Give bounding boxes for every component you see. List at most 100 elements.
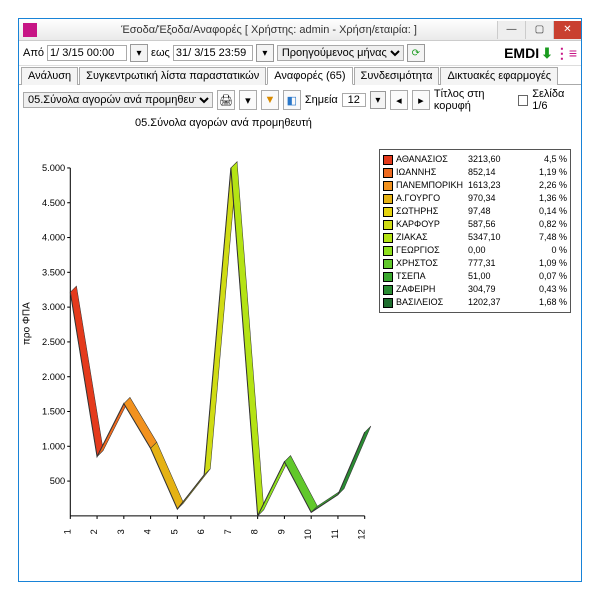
legend-swatch	[383, 298, 393, 308]
svg-text:11: 11	[330, 529, 340, 539]
legend-name: ΑΘΑΝΑΣΙΟΣ	[396, 153, 468, 166]
svg-text:5: 5	[169, 529, 179, 534]
svg-text:3.500: 3.500	[42, 267, 65, 277]
legend-pct: 4,5 %	[544, 153, 567, 166]
tab-4[interactable]: Δικτυακές εφαρμογές	[440, 67, 558, 85]
svg-text:6: 6	[196, 529, 206, 534]
y-axis-label: προ ΦΠΑ	[22, 302, 33, 345]
dropdown-button[interactable]: ▾	[239, 90, 257, 110]
legend-value: 587,56	[468, 218, 518, 231]
legend-pct: 1,36 %	[539, 192, 567, 205]
tab-0[interactable]: Ανάλυση	[21, 67, 78, 85]
legend-row: ΓΕΩΡΓΙΟΣ0,00 0 %	[383, 244, 567, 257]
svg-text:4.000: 4.000	[42, 233, 65, 243]
close-button[interactable]: ✕	[553, 21, 581, 39]
svg-text:2.000: 2.000	[42, 372, 65, 382]
points-label: Σημεία	[305, 94, 338, 106]
legend-pct: 1,19 %	[539, 166, 567, 179]
app-icon	[23, 23, 37, 37]
legend-name: ΠΑΝΕΜΠΟΡΙΚΗ	[396, 179, 468, 192]
titlebar[interactable]: Έσοδα/Έξοδα/Αναφορές [ Χρήστης: admin - …	[19, 19, 581, 41]
refresh-button[interactable]: ⟳	[407, 44, 425, 62]
legend-name: ΚΑΡΦΟΥΡ	[396, 218, 468, 231]
maximize-button[interactable]: ▢	[525, 21, 553, 39]
from-date-stepper[interactable]: ▾	[130, 44, 148, 62]
legend-swatch	[383, 181, 393, 191]
svg-text:4.500: 4.500	[42, 198, 65, 208]
legend-value: 1202,37	[468, 296, 518, 309]
legend-swatch	[383, 272, 393, 282]
legend-name: ΣΩΤΗΡΗΣ	[396, 205, 468, 218]
content-area: 05.Σύνολα αγορών ανά προμηθευτή προ ΦΠΑ …	[19, 115, 581, 581]
legend-value: 777,31	[468, 257, 518, 270]
legend-row: ΖΑΦΕΙΡΗ304,79 0,43 %	[383, 283, 567, 296]
chart-title: 05.Σύνολα αγορών ανά προμηθευτή	[135, 117, 312, 129]
period-select[interactable]: Προηγούμενος μήνας	[277, 45, 404, 61]
report-select[interactable]: 05.Σύνολα αγορών ανά προμηθευτή	[23, 92, 213, 108]
legend-row: ΠΑΝΕΜΠΟΡΙΚΗ1613,23 2,26 %	[383, 179, 567, 192]
legend-pct: 1,68 %	[539, 296, 567, 309]
legend-pct: 0,43 %	[539, 283, 567, 296]
legend-value: 97,48	[468, 205, 518, 218]
prev-page-button[interactable]: ◂	[390, 90, 408, 110]
legend-name: ΙΩΑΝΝΗΣ	[396, 166, 468, 179]
legend-value: 1613,23	[468, 179, 518, 192]
title-top-label: Τίτλος στη κορυφή	[434, 88, 514, 112]
svg-text:7: 7	[223, 529, 233, 534]
legend-value: 0,00	[468, 244, 518, 257]
tab-2[interactable]: Αναφορές (65)	[267, 67, 352, 85]
legend-swatch	[383, 246, 393, 256]
legend-pct: 7,48 %	[539, 231, 567, 244]
legend-swatch	[383, 220, 393, 230]
next-page-button[interactable]: ▸	[412, 90, 430, 110]
legend-pct: 0,07 %	[539, 270, 567, 283]
svg-text:3: 3	[116, 529, 126, 534]
legend-name: ΓΕΩΡΓΙΟΣ	[396, 244, 468, 257]
to-date-input[interactable]	[173, 45, 253, 61]
svg-text:10: 10	[303, 529, 313, 539]
legend-pct: 0,14 %	[539, 205, 567, 218]
tab-3[interactable]: Συνδεσιμότητα	[354, 67, 440, 85]
legend-pct: 0,82 %	[539, 218, 567, 231]
legend-name: Α.ΓΟΥΡΓΟ	[396, 192, 468, 205]
legend-pct: 2,26 %	[539, 179, 567, 192]
to-date-stepper[interactable]: ▾	[256, 44, 274, 62]
points-input[interactable]	[342, 93, 366, 107]
filter-button[interactable]: ▼	[261, 90, 279, 110]
from-date-input[interactable]	[47, 45, 127, 61]
svg-text:1.500: 1.500	[42, 407, 65, 417]
legend-swatch	[383, 233, 393, 243]
legend-swatch	[383, 168, 393, 178]
to-label: εως	[151, 47, 170, 59]
legend-row: ΚΑΡΦΟΥΡ587,56 0,82 %	[383, 218, 567, 231]
legend-row: ΤΣΕΠΑ51,000,07 %	[383, 270, 567, 283]
svg-text:9: 9	[276, 529, 286, 534]
legend-name: ΖΙΑΚΑΣ	[396, 231, 468, 244]
chart-svg: 5001.0001.5002.0002.5003.0003.5004.0004.…	[25, 115, 375, 575]
tab-1[interactable]: Συγκεντρωτική λίστα παραστατικών	[79, 67, 266, 85]
svg-text:12: 12	[357, 529, 367, 539]
legend-value: 304,79	[468, 283, 518, 296]
legend-value: 51,00	[468, 270, 518, 283]
chart-area: 05.Σύνολα αγορών ανά προμηθευτή προ ΦΠΑ …	[25, 115, 375, 575]
chart-button[interactable]: ◧	[283, 90, 301, 110]
app-window: Έσοδα/Έξοδα/Αναφορές [ Χρήστης: admin - …	[18, 18, 582, 582]
legend-pct: 0 %	[551, 244, 567, 257]
svg-text:2.500: 2.500	[42, 337, 65, 347]
page-indicator: Σελίδα 1/6	[532, 88, 577, 112]
legend-value: 970,34	[468, 192, 518, 205]
legend-row: ΙΩΑΝΝΗΣ852,14 1,19 %	[383, 166, 567, 179]
legend-value: 852,14	[468, 166, 518, 179]
print-button[interactable]: 🖨	[217, 90, 235, 110]
legend-row: ΒΑΣΙΛΕΙΟΣ1202,371,68 %	[383, 296, 567, 309]
legend-row: ΣΩΤΗΡΗΣ97,48 0,14 %	[383, 205, 567, 218]
minimize-button[interactable]: —	[497, 21, 525, 39]
title-top-checkbox[interactable]	[518, 95, 528, 106]
legend-swatch	[383, 285, 393, 295]
svg-text:1: 1	[62, 529, 72, 534]
svg-text:500: 500	[50, 476, 65, 486]
legend-name: ΖΑΦΕΙΡΗ	[396, 283, 468, 296]
legend-row: ΖΙΑΚΑΣ5347,107,48 %	[383, 231, 567, 244]
legend-swatch	[383, 155, 393, 165]
points-stepper[interactable]: ▾	[370, 91, 386, 109]
